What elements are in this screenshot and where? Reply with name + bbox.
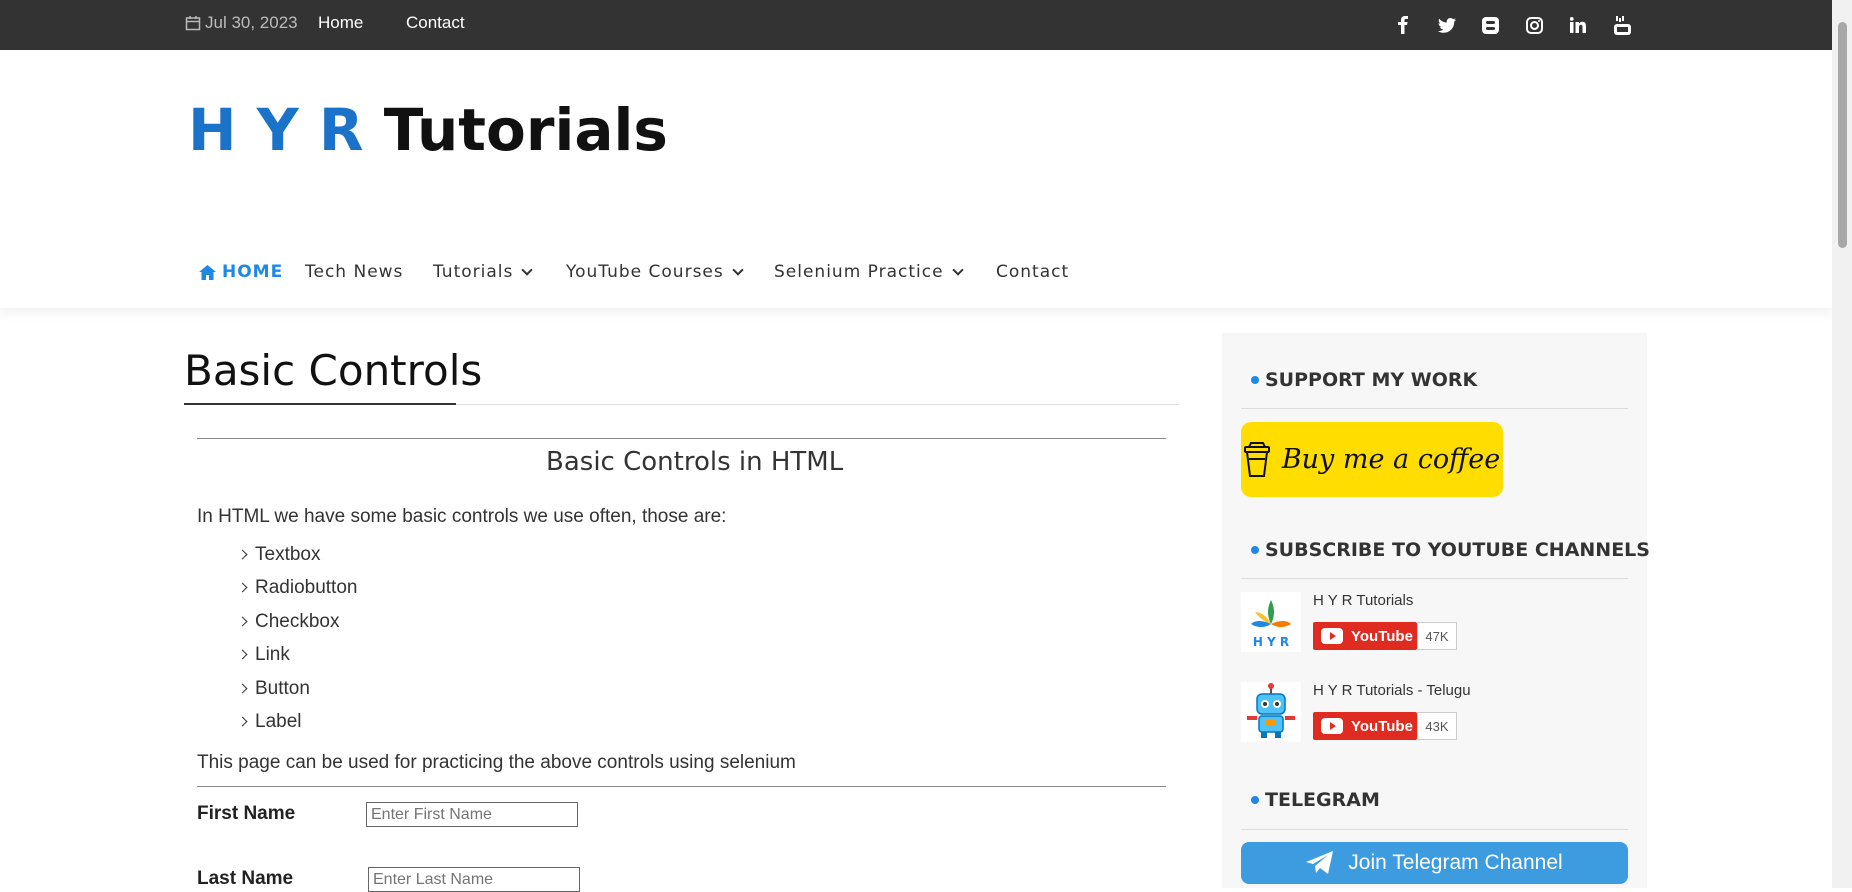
- channel-name[interactable]: H Y R Tutorials - Telugu: [1313, 682, 1471, 699]
- first-name-label: First Name: [197, 803, 296, 824]
- youtube-button-label: YouTube: [1351, 627, 1413, 645]
- practice-note: This page can be used for practicing the…: [197, 752, 796, 773]
- nav-contact-label: Contact: [996, 262, 1070, 282]
- list-item: Textbox: [237, 544, 321, 566]
- nav-home[interactable]: HOME: [199, 262, 283, 282]
- list-item-label: Link: [255, 644, 290, 665]
- chevron-right-icon: [237, 649, 248, 660]
- channel-name[interactable]: H Y R Tutorials: [1313, 592, 1413, 609]
- nav-selenium-practice-label: Selenium Practice: [774, 262, 944, 282]
- youtube-play-icon: [1321, 718, 1343, 734]
- nav-selenium-practice[interactable]: Selenium Practice: [774, 262, 964, 282]
- chevron-right-icon: [237, 549, 248, 560]
- svg-text:H Y R: H Y R: [1253, 635, 1289, 649]
- calendar-icon: [185, 16, 201, 31]
- top-link-contact[interactable]: Contact: [406, 13, 465, 33]
- bullet-dot: [1251, 376, 1259, 384]
- page-title: Basic Controls: [184, 346, 483, 395]
- widget-title-telegram: TELEGRAM: [1251, 789, 1380, 811]
- widget-title-subscribe: SUBSCRIBE TO YOUTUBE CHANNELS: [1251, 539, 1650, 561]
- site-logo[interactable]: H Y R Tutorials: [188, 90, 668, 170]
- nav-tutorials[interactable]: Tutorials: [433, 262, 534, 282]
- youtube-icon[interactable]: [1611, 14, 1633, 36]
- top-bar: Jul 30, 2023 Home Contact: [0, 0, 1832, 50]
- widget-title-support: SUPPORT MY WORK: [1251, 369, 1477, 391]
- chevron-down-icon: [732, 264, 744, 276]
- instagram-icon[interactable]: [1523, 14, 1545, 36]
- widget-rule: [1241, 578, 1628, 579]
- youtube-subscribe-button[interactable]: YouTube: [1313, 712, 1417, 740]
- coffee-label: Buy me a coffee: [1281, 444, 1501, 475]
- nav-home-label: HOME: [222, 262, 284, 282]
- list-item-label: Radiobutton: [255, 577, 358, 598]
- blogger-icon[interactable]: [1479, 14, 1501, 36]
- list-item-label: Textbox: [255, 544, 321, 565]
- coffee-cup-icon: [1243, 441, 1270, 477]
- nav-youtube-courses[interactable]: YouTube Courses: [566, 262, 744, 282]
- date-text: Jul 30, 2023: [205, 13, 298, 32]
- date-display: Jul 30, 2023: [185, 13, 298, 33]
- nav-contact[interactable]: Contact: [996, 262, 1069, 282]
- nav-tutorials-label: Tutorials: [433, 262, 514, 282]
- chevron-right-icon: [237, 582, 248, 593]
- subscriber-count: 43K: [1417, 712, 1457, 740]
- logo-hyr: H Y R: [188, 96, 384, 164]
- telegram-icon: [1306, 851, 1334, 874]
- nav-youtube-courses-label: YouTube Courses: [566, 262, 724, 282]
- last-name-label: Last Name: [197, 868, 294, 889]
- divider: [197, 786, 1166, 787]
- chevron-right-icon: [237, 616, 248, 627]
- list-item: Label: [237, 711, 302, 733]
- chevron-right-icon: [237, 716, 248, 727]
- chevron-right-icon: [237, 683, 248, 694]
- hyr-channel-avatar[interactable]: H Y R: [1241, 592, 1301, 652]
- list-item-label: Button: [255, 678, 310, 699]
- widget-rule: [1241, 829, 1628, 830]
- bullet-dot: [1251, 796, 1259, 804]
- list-item-label: Checkbox: [255, 611, 340, 632]
- list-item: Checkbox: [237, 611, 340, 633]
- widget-title-text: TELEGRAM: [1265, 789, 1380, 811]
- subscriber-count: 47K: [1417, 622, 1457, 650]
- section-subtitle: Basic Controls in HTML: [546, 447, 844, 477]
- list-item-label: Label: [255, 711, 302, 732]
- home-icon: [199, 264, 216, 280]
- widget-rule: [1241, 408, 1628, 409]
- divider: [197, 438, 1166, 439]
- intro-text: In HTML we have some basic controls we u…: [197, 506, 727, 527]
- youtube-subscribe-button[interactable]: YouTube: [1313, 622, 1417, 650]
- title-underline: [184, 403, 456, 405]
- twitter-icon[interactable]: [1436, 14, 1458, 36]
- youtube-play-icon: [1321, 628, 1343, 644]
- logo-tutorials: Tutorials: [383, 96, 668, 164]
- linkedin-icon[interactable]: [1567, 14, 1589, 36]
- widget-title-text: SUBSCRIBE TO YOUTUBE CHANNELS: [1265, 539, 1650, 561]
- first-name-input[interactable]: [366, 802, 578, 827]
- list-item: Button: [237, 678, 310, 700]
- chevron-down-icon: [951, 264, 964, 276]
- nav-tech-news-label: Tech News: [305, 262, 404, 282]
- last-name-input[interactable]: [368, 867, 580, 892]
- chevron-down-icon: [521, 264, 534, 276]
- widget-title-text: SUPPORT MY WORK: [1265, 369, 1478, 391]
- join-telegram-button[interactable]: Join Telegram Channel: [1241, 842, 1628, 884]
- list-item: Link: [237, 644, 290, 666]
- facebook-icon[interactable]: [1392, 14, 1414, 36]
- buy-me-a-coffee-button[interactable]: Buy me a coffee: [1241, 422, 1503, 497]
- scrollbar-thumb[interactable]: [1838, 22, 1847, 248]
- telegram-button-label: Join Telegram Channel: [1348, 851, 1563, 874]
- nav-tech-news[interactable]: Tech News: [305, 262, 403, 282]
- bullet-dot: [1251, 546, 1259, 554]
- youtube-button-label: YouTube: [1351, 717, 1413, 735]
- list-item: Radiobutton: [237, 577, 358, 599]
- top-link-home[interactable]: Home: [318, 13, 363, 33]
- hyr-telugu-channel-avatar[interactable]: [1241, 682, 1301, 742]
